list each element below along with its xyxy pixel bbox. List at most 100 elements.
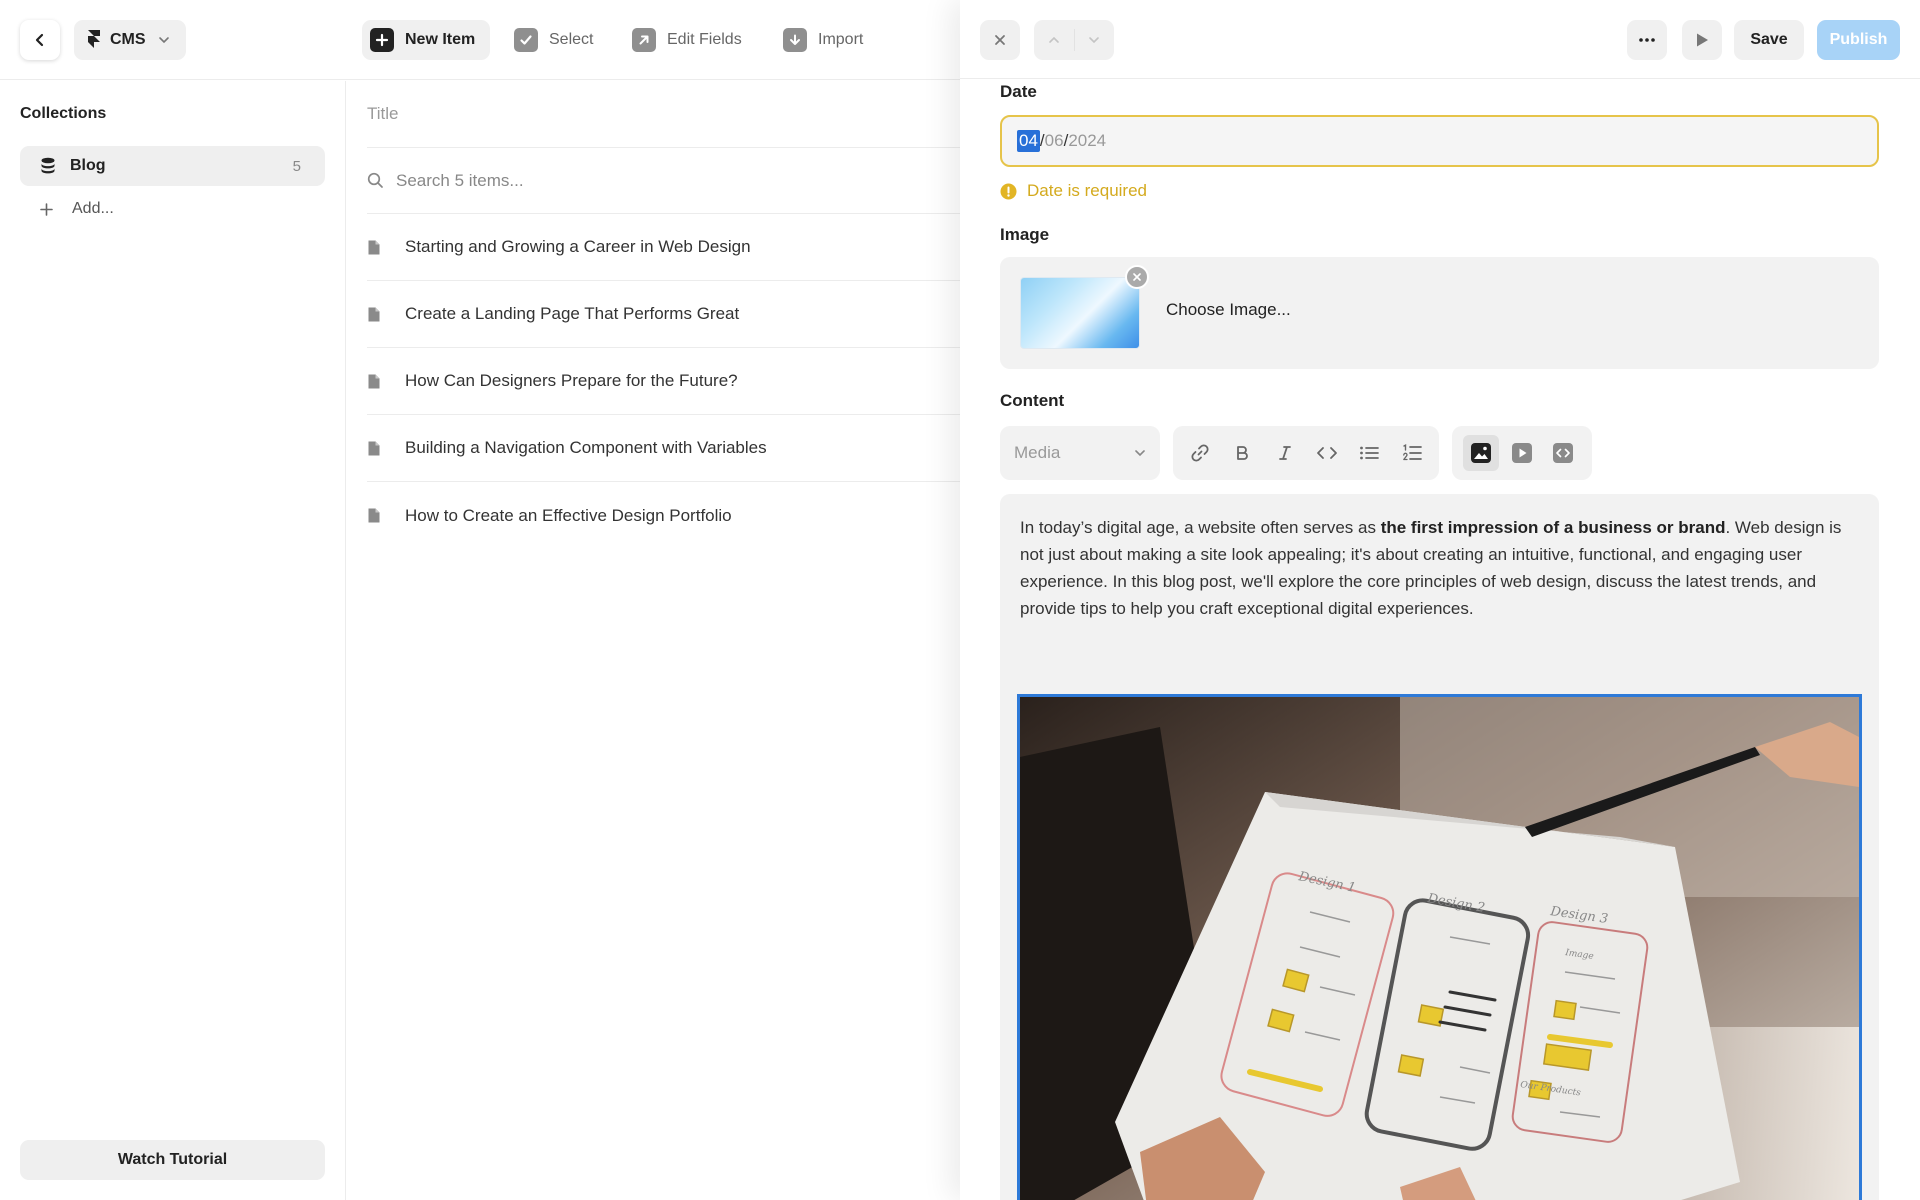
- image-thumbnail: [1020, 277, 1140, 349]
- watch-tutorial-button[interactable]: Watch Tutorial: [20, 1140, 325, 1180]
- list-item[interactable]: Starting and Growing a Career in Web Des…: [367, 214, 960, 281]
- date-day-segment[interactable]: 06: [1045, 131, 1064, 151]
- next-item-button[interactable]: [1074, 20, 1114, 60]
- plus-icon: [40, 202, 53, 216]
- checkbox-icon: [514, 28, 538, 52]
- chevron-up-icon: [1048, 34, 1060, 46]
- italic-icon: [1278, 445, 1292, 461]
- numbered-list-button[interactable]: [1394, 435, 1430, 471]
- search-bar[interactable]: Search 5 items...: [367, 148, 960, 214]
- link-icon: [1190, 443, 1210, 463]
- choose-image-button[interactable]: Choose Image...: [1166, 300, 1291, 320]
- item-list: Title Search 5 items... Starting and Gro…: [347, 81, 960, 1200]
- media-insert-toolbar: [1452, 426, 1592, 480]
- list-item[interactable]: How Can Designers Prepare for the Future…: [367, 348, 960, 415]
- framer-logo-icon: [87, 30, 101, 50]
- close-icon: [994, 34, 1006, 46]
- back-button[interactable]: [20, 20, 60, 60]
- plus-icon: [370, 28, 394, 52]
- code-icon: [1316, 446, 1338, 460]
- chevron-left-icon: [32, 32, 48, 48]
- previous-item-button[interactable]: [1034, 20, 1074, 60]
- bold-button[interactable]: [1224, 435, 1260, 471]
- select-label: Select: [549, 31, 594, 48]
- date-label: Date: [1000, 82, 1037, 101]
- code-button[interactable]: [1309, 435, 1345, 471]
- play-icon: [1695, 32, 1709, 48]
- remove-image-button[interactable]: [1125, 265, 1149, 289]
- close-editor-button[interactable]: [980, 20, 1020, 60]
- wireframe-sketch-photo: Design 1 Design 2 Design 3 Image Our Pro…: [1020, 697, 1859, 1200]
- collection-count: 5: [292, 157, 301, 175]
- bullet-list-icon: [1359, 445, 1380, 461]
- date-month-segment[interactable]: 04: [1017, 130, 1040, 152]
- date-field[interactable]: 04 / 06 / 2024: [1000, 115, 1879, 167]
- date-error-text: Date is required: [1027, 181, 1148, 200]
- content-label: Content: [1000, 391, 1065, 410]
- document-icon: [367, 306, 381, 323]
- insert-video-button[interactable]: [1504, 435, 1540, 471]
- new-item-button[interactable]: New Item: [362, 20, 490, 60]
- bullet-list-button[interactable]: [1351, 435, 1387, 471]
- content-editor[interactable]: In today’s digital age, a website often …: [1000, 494, 1879, 1200]
- document-icon: [367, 373, 381, 390]
- import-label: Import: [818, 31, 864, 48]
- edit-fields-button[interactable]: Edit Fields: [632, 20, 742, 60]
- cms-label: CMS: [110, 31, 146, 48]
- database-icon: [40, 157, 56, 175]
- collection-label: Blog: [70, 157, 106, 174]
- item-rows: Starting and Growing a Career in Web Des…: [367, 214, 960, 549]
- publish-button[interactable]: Publish: [1817, 20, 1900, 60]
- arrow-down-icon: [783, 28, 807, 52]
- document-icon: [367, 440, 381, 457]
- block-type-select[interactable]: Media: [1000, 426, 1160, 480]
- cms-menu-button[interactable]: CMS: [74, 20, 186, 60]
- sidebar-item-blog[interactable]: Blog 5: [20, 146, 325, 186]
- save-button[interactable]: Save: [1734, 20, 1804, 60]
- add-collection-button[interactable]: Add...: [40, 193, 114, 225]
- numbered-list-icon: [1402, 444, 1422, 462]
- item-title: How Can Designers Prepare for the Future…: [405, 371, 738, 390]
- add-label: Add...: [72, 200, 114, 217]
- paragraph-text: In today’s digital age, a website often …: [1020, 518, 1381, 537]
- item-title: Starting and Growing a Career in Web Des…: [405, 237, 751, 256]
- title-column-header[interactable]: Title: [367, 81, 960, 148]
- italic-button[interactable]: [1267, 435, 1303, 471]
- text-format-toolbar: [1173, 426, 1439, 480]
- image-field[interactable]: Choose Image...: [1000, 257, 1879, 369]
- video-icon: [1511, 442, 1533, 464]
- search-icon: [367, 172, 384, 189]
- document-icon: [367, 239, 381, 256]
- ellipsis-icon: [1639, 38, 1655, 42]
- list-item[interactable]: Create a Landing Page That Performs Grea…: [367, 281, 960, 348]
- edit-fields-label: Edit Fields: [667, 31, 742, 48]
- embedded-content-image[interactable]: Design 1 Design 2 Design 3 Image Our Pro…: [1017, 694, 1862, 1200]
- chevron-down-icon: [158, 34, 170, 46]
- more-options-button[interactable]: [1627, 20, 1667, 60]
- warning-icon: [1000, 183, 1017, 200]
- image-label: Image: [1000, 225, 1050, 244]
- preview-button[interactable]: [1682, 20, 1722, 60]
- content-paragraph[interactable]: In today’s digital age, a website often …: [1020, 514, 1865, 622]
- arrow-up-right-icon: [632, 28, 656, 52]
- insert-image-button[interactable]: [1462, 435, 1499, 471]
- embed-icon: [1552, 442, 1574, 464]
- block-type-value: Media: [1014, 443, 1061, 462]
- date-year-segment[interactable]: 2024: [1068, 131, 1106, 151]
- bold-icon: [1235, 445, 1249, 461]
- link-button[interactable]: [1182, 435, 1218, 471]
- list-item[interactable]: How to Create an Effective Design Portfo…: [367, 482, 960, 549]
- chevron-down-icon: [1134, 447, 1146, 459]
- select-button[interactable]: Select: [514, 20, 593, 60]
- image-icon: [1470, 442, 1492, 464]
- list-item[interactable]: Building a Navigation Component with Var…: [367, 415, 960, 482]
- chevron-down-icon: [1088, 34, 1100, 46]
- editor-toolbar: Save Publish: [960, 0, 1920, 79]
- item-title: Create a Landing Page That Performs Grea…: [405, 304, 740, 323]
- collections-sidebar: Collections Blog 5 Add... Watch Tutorial: [0, 81, 346, 1200]
- document-icon: [367, 507, 381, 524]
- import-button[interactable]: Import: [783, 20, 863, 60]
- search-placeholder: Search 5 items...: [396, 170, 524, 190]
- insert-embed-button[interactable]: [1545, 435, 1581, 471]
- paragraph-bold-text: the first impression of a business or br…: [1380, 518, 1726, 537]
